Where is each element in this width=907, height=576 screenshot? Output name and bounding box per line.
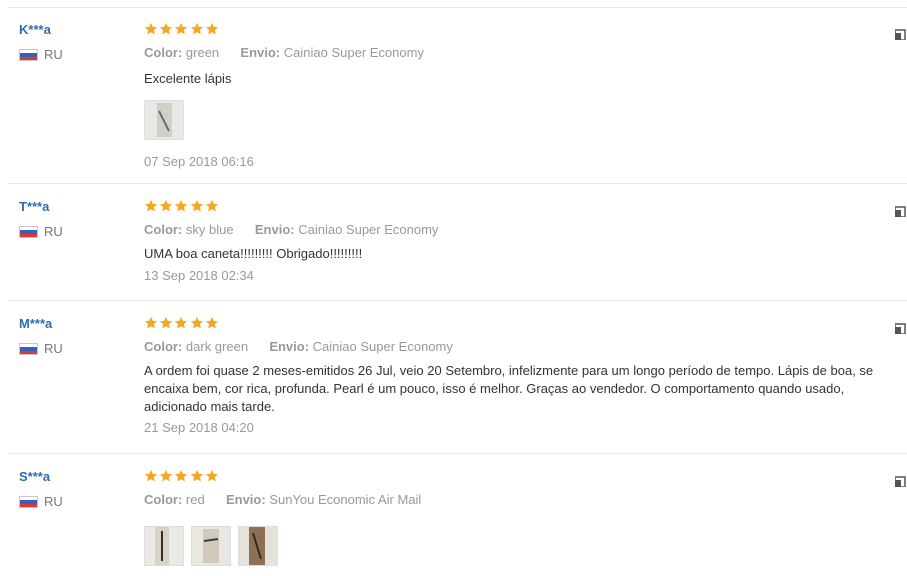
reviewer-info: S***a RU xyxy=(19,469,63,509)
star-icon xyxy=(190,316,203,329)
color-key: Color: xyxy=(144,45,183,60)
review-content: Color: green Envio: Cainiao Super Econom… xyxy=(144,22,907,170)
review-item: K***a RU Color: green Envio: Cainiao Sup… xyxy=(0,22,907,184)
reviewer-info: K***a RU xyxy=(19,22,63,62)
color-key: Color: xyxy=(144,222,183,237)
star-icon xyxy=(205,199,218,212)
star-icon xyxy=(205,316,218,329)
shipping-key: Envio: xyxy=(269,339,310,354)
star-icon xyxy=(144,469,158,482)
review-date: 13 Sep 2018 02:34 xyxy=(144,268,254,283)
star-rating xyxy=(144,199,907,215)
review-date: 07 Sep 2018 06:16 xyxy=(144,154,254,169)
russia-flag-icon xyxy=(19,226,38,238)
country-code: RU xyxy=(44,224,63,239)
review-divider xyxy=(8,183,907,184)
review-item: T***a RU Color: sky blue Envio: Cainiao … xyxy=(0,199,907,301)
review-divider xyxy=(8,453,907,454)
shipping-key: Envio: xyxy=(254,222,295,237)
review-divider xyxy=(8,300,907,301)
star-icon xyxy=(160,316,173,329)
review-attributes: Color: sky blue Envio: Cainiao Super Eco… xyxy=(144,222,907,238)
reviewer-country: RU xyxy=(19,342,63,356)
star-rating xyxy=(144,469,907,485)
color-key: Color: xyxy=(144,492,183,507)
review-text: UMA boa caneta!!!!!!!!! Obrigado!!!!!!!!… xyxy=(144,246,363,261)
russia-flag-icon xyxy=(19,343,38,355)
star-icon xyxy=(144,316,158,329)
shipping-key: Envio: xyxy=(225,492,266,507)
star-icon xyxy=(160,22,173,35)
review-photo[interactable] xyxy=(191,526,231,566)
star-icon xyxy=(160,199,173,212)
review-content: Color: sky blue Envio: Cainiao Super Eco… xyxy=(144,199,907,284)
reviewer-name[interactable]: T***a xyxy=(19,199,63,215)
review-date: 21 Sep 2018 04:20 xyxy=(144,420,254,435)
thumb-vote-icon[interactable] xyxy=(895,475,907,487)
review-photo[interactable] xyxy=(144,100,184,140)
country-code: RU xyxy=(44,494,63,509)
review-content: Color: red Envio: SunYou Economic Air Ma… xyxy=(144,469,907,566)
star-icon xyxy=(205,22,218,35)
star-icon xyxy=(175,22,188,35)
shipping-value: Cainiao Super Economy xyxy=(283,45,424,60)
star-icon xyxy=(190,469,203,482)
reviewer-country: RU xyxy=(19,495,63,509)
color-key: Color: xyxy=(144,339,183,354)
color-value: sky blue xyxy=(185,222,234,237)
shipping-value: Cainiao Super Economy xyxy=(312,339,453,354)
color-value: green xyxy=(185,45,220,60)
star-icon xyxy=(190,22,203,35)
color-value: dark green xyxy=(185,339,249,354)
star-icon xyxy=(160,469,173,482)
reviewer-name[interactable]: S***a xyxy=(19,469,63,485)
review-text: Excelente lápis xyxy=(144,71,232,86)
top-divider xyxy=(8,7,907,8)
reviewer-info: T***a RU xyxy=(19,199,63,239)
review-photo[interactable] xyxy=(238,526,278,566)
shipping-value: Cainiao Super Economy xyxy=(298,222,439,237)
reviewer-country: RU xyxy=(19,225,63,239)
review-photo[interactable] xyxy=(144,526,184,566)
review-item: S***a RU Color: red Envio: SunYou Econom… xyxy=(0,469,907,576)
russia-flag-icon xyxy=(19,496,38,508)
review-text: A ordem foi quase 2 meses-emitidos 26 Ju… xyxy=(144,363,874,414)
country-code: RU xyxy=(44,47,63,62)
star-rating xyxy=(144,22,907,38)
star-icon xyxy=(205,469,218,482)
review-content: Color: dark green Envio: Cainiao Super E… xyxy=(144,316,907,436)
star-icon xyxy=(144,199,158,212)
shipping-key: Envio: xyxy=(240,45,281,60)
thumb-vote-icon[interactable] xyxy=(895,28,907,40)
star-icon xyxy=(144,22,158,35)
star-icon xyxy=(175,469,188,482)
thumb-vote-icon[interactable] xyxy=(895,205,907,217)
review-attributes: Color: green Envio: Cainiao Super Econom… xyxy=(144,45,907,61)
star-icon xyxy=(175,316,188,329)
review-photos xyxy=(144,100,907,140)
reviewer-info: M***a RU xyxy=(19,316,63,356)
star-icon xyxy=(190,199,203,212)
country-code: RU xyxy=(44,341,63,356)
shipping-value: SunYou Economic Air Mail xyxy=(269,492,422,507)
reviewer-country: RU xyxy=(19,48,63,62)
review-photos xyxy=(144,526,907,566)
star-icon xyxy=(175,199,188,212)
review-item: M***a RU Color: dark green Envio: Cainia… xyxy=(0,316,907,454)
reviewer-name[interactable]: K***a xyxy=(19,22,63,38)
thumb-vote-icon[interactable] xyxy=(895,322,907,334)
reviewer-name[interactable]: M***a xyxy=(19,316,63,332)
russia-flag-icon xyxy=(19,49,38,61)
color-value: red xyxy=(185,492,205,507)
star-rating xyxy=(144,316,907,332)
review-attributes: Color: dark green Envio: Cainiao Super E… xyxy=(144,339,907,355)
review-attributes: Color: red Envio: SunYou Economic Air Ma… xyxy=(144,492,907,508)
